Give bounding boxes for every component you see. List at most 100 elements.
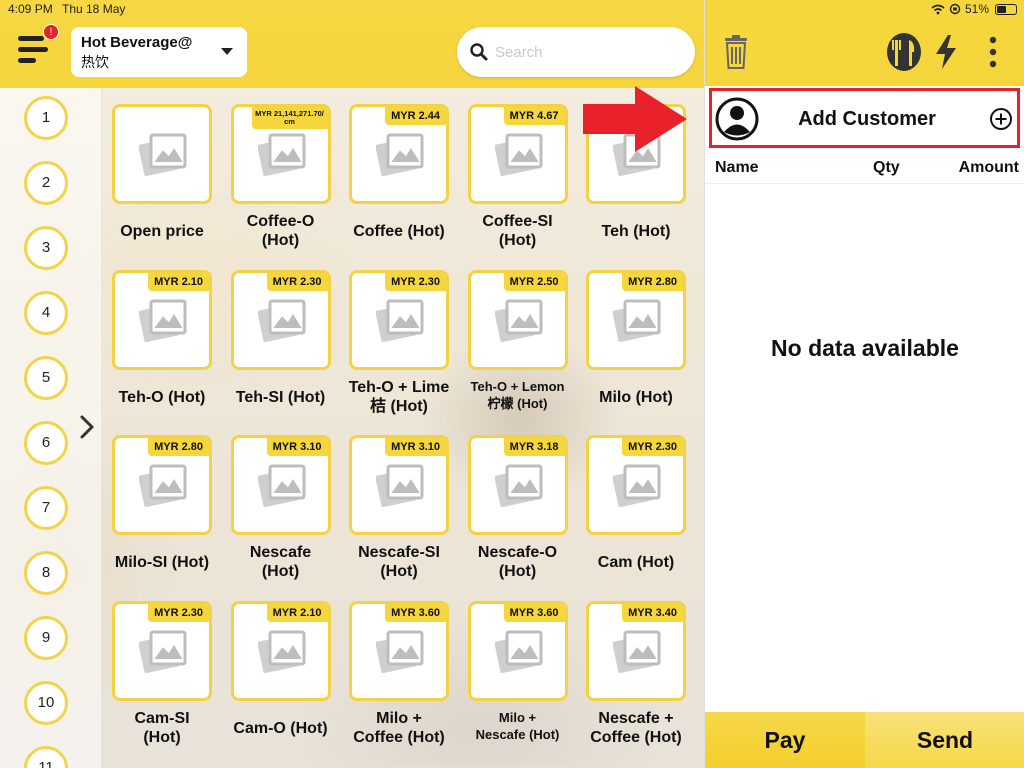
user-avatar-icon bbox=[715, 97, 759, 141]
search-icon bbox=[470, 43, 488, 61]
battery-percent: 51% bbox=[964, 2, 989, 16]
product-tile[interactable]: MYR 3.60 Milo + Nescafe (Hot) bbox=[459, 585, 577, 745]
search-box[interactable] bbox=[457, 27, 695, 77]
product-name: Milo + Nescafe (Hot) bbox=[475, 709, 560, 742]
product-tile[interactable]: MYR 2.44 Coffee (Hot) bbox=[340, 88, 458, 248]
table-button[interactable]: 4 bbox=[24, 291, 68, 335]
price-badge: MYR 2.30 bbox=[266, 272, 328, 291]
image-placeholder-icon bbox=[494, 464, 542, 508]
category-dropdown[interactable]: Hot Beverage@ 热饮 bbox=[71, 27, 247, 77]
product-tile[interactable]: MYR 2.80 Milo-SI (Hot) bbox=[103, 419, 221, 579]
image-placeholder-icon bbox=[139, 630, 187, 673]
product-name: Nescafe-SI (Hot) bbox=[358, 544, 440, 580]
product-tile[interactable]: MYR 3.18 Nescafe-O (Hot) bbox=[459, 419, 577, 580]
product-name: Open price bbox=[120, 223, 204, 240]
more-vertical-icon[interactable] bbox=[985, 34, 1001, 70]
orientation-lock-icon bbox=[949, 3, 961, 15]
table-button[interactable]: 1 bbox=[24, 96, 68, 140]
order-toolbar: 51% bbox=[705, 0, 1024, 86]
product-image: MYR 4.67 bbox=[467, 104, 568, 204]
table-button[interactable]: 6 bbox=[24, 421, 68, 465]
table-button[interactable]: 9 bbox=[24, 616, 68, 660]
notification-badge: ! bbox=[43, 24, 59, 40]
status-indicators: 51% bbox=[931, 2, 1017, 16]
product-name: Coffee-SI (Hot) bbox=[482, 213, 553, 249]
product-tile[interactable]: MYR 3.10 Nescafe-SI (Hot) bbox=[340, 419, 458, 580]
product-tile[interactable]: MYR 21,141,271.70/ cm Coffee-O (Hot) bbox=[222, 88, 340, 249]
product-name: Teh-O + Lemon 柠檬 (Hot) bbox=[470, 378, 565, 411]
table-button[interactable]: 8 bbox=[24, 551, 68, 595]
product-name: Milo (Hot) bbox=[599, 388, 673, 406]
chevron-down-icon bbox=[221, 48, 233, 55]
price-badge: MYR 3.10 bbox=[266, 438, 328, 456]
product-name: Cam (Hot) bbox=[597, 554, 675, 571]
product-image: MYR 3.18 bbox=[467, 435, 568, 535]
price-badge: MYR 3.10 bbox=[385, 438, 446, 456]
product-tile[interactable]: MYR 2.10 Teh-O (Hot) bbox=[103, 254, 221, 414]
table-button[interactable]: 10 bbox=[24, 681, 68, 725]
bolt-icon[interactable] bbox=[933, 34, 959, 70]
price-badge: MYR 2.80 bbox=[148, 438, 209, 456]
price-badge: MYR 2.30 bbox=[385, 272, 446, 291]
product-name: Teh-SI (Hot) bbox=[235, 388, 326, 406]
product-name: Milo-SI (Hot) bbox=[114, 554, 210, 571]
product-image: MYR 2.30 bbox=[349, 269, 449, 370]
status-date: Thu 18 May bbox=[62, 2, 126, 16]
product-name: Nescafe-O (Hot) bbox=[477, 544, 558, 580]
product-image bbox=[112, 104, 212, 204]
product-name: Milo + Coffee (Hot) bbox=[353, 709, 445, 746]
product-name: Coffee-O (Hot) bbox=[246, 213, 315, 249]
table-button[interactable]: 11 bbox=[24, 746, 68, 768]
product-tile[interactable]: MYR 2.80 Milo (Hot) bbox=[577, 254, 695, 414]
product-tile[interactable]: MYR 2.30 Teh-O + Lime 桔 (Hot) bbox=[340, 254, 458, 415]
order-panel: 51% Add Customer Name Qty Amount No data… bbox=[704, 0, 1024, 768]
product-tile[interactable]: MYR 2.10 Cam-O (Hot) bbox=[222, 585, 340, 745]
product-tile[interactable]: MYR 2.30 Cam (Hot) bbox=[577, 419, 695, 579]
product-name: Cam-O (Hot) bbox=[233, 719, 328, 737]
product-image: MYR 3.10 bbox=[230, 435, 331, 535]
product-tile[interactable]: MYR 2.30 Cam-SI (Hot) bbox=[103, 585, 221, 746]
trash-icon[interactable] bbox=[723, 34, 749, 70]
product-image: MYR 2.30 bbox=[586, 435, 686, 535]
battery-fill bbox=[997, 5, 1007, 13]
image-placeholder-icon bbox=[494, 299, 542, 342]
product-image: MYR 3.60 bbox=[467, 600, 568, 701]
empty-cart-message: No data available bbox=[771, 335, 959, 361]
table-button[interactable]: 7 bbox=[24, 486, 68, 530]
table-button[interactable]: 3 bbox=[24, 226, 68, 270]
product-name: Nescafe + Coffee (Hot) bbox=[590, 709, 682, 746]
price-badge: MYR 4.67 bbox=[503, 107, 565, 125]
category-name-chinese: 热饮 bbox=[81, 54, 109, 70]
chevron-right-icon[interactable] bbox=[77, 413, 97, 441]
image-placeholder-icon bbox=[613, 630, 661, 673]
image-placeholder-icon bbox=[257, 464, 305, 508]
product-image: MYR 3.40 bbox=[586, 600, 686, 701]
category-name: Hot Beverage@ bbox=[81, 34, 193, 51]
product-tile[interactable]: MYR 3.60 Milo + Coffee (Hot) bbox=[340, 585, 458, 746]
product-tile[interactable]: MYR 3.10 Nescafe (Hot) bbox=[222, 419, 340, 580]
image-placeholder-icon bbox=[139, 299, 187, 342]
product-tile[interactable]: MYR 3.40 Nescafe + Coffee (Hot) bbox=[577, 585, 695, 746]
product-tile[interactable]: MYR 2.50 Teh-O + Lemon 柠檬 (Hot) bbox=[459, 254, 577, 414]
product-tile[interactable]: MYR 2.30 Teh-SI (Hot) bbox=[222, 254, 340, 414]
product-image: MYR 2.50 bbox=[467, 269, 568, 370]
add-circle-icon[interactable] bbox=[989, 107, 1013, 131]
battery-icon bbox=[995, 3, 1017, 15]
add-customer-button[interactable]: Add Customer bbox=[709, 88, 1020, 148]
price-badge: MYR 21,141,271.70/ cm bbox=[251, 107, 328, 129]
pay-button[interactable]: Pay bbox=[705, 712, 865, 768]
dine-in-icon[interactable] bbox=[885, 32, 923, 72]
search-input[interactable] bbox=[495, 40, 675, 64]
image-placeholder-icon bbox=[257, 299, 305, 342]
table-button[interactable]: 5 bbox=[24, 356, 68, 400]
product-tile[interactable]: MYR 4.67 Coffee-SI (Hot) bbox=[459, 88, 577, 249]
product-name: Teh-O + Lime 桔 (Hot) bbox=[348, 378, 450, 415]
product-tile[interactable]: Open price bbox=[103, 88, 221, 248]
add-customer-label: Add Customer bbox=[798, 108, 936, 130]
send-button[interactable]: Send bbox=[865, 712, 1024, 768]
price-badge: MYR 3.18 bbox=[503, 438, 565, 456]
arrow-right-icon bbox=[583, 86, 687, 152]
image-placeholder-icon bbox=[376, 133, 424, 177]
product-image: MYR 3.60 bbox=[349, 600, 449, 701]
table-button[interactable]: 2 bbox=[24, 161, 68, 205]
